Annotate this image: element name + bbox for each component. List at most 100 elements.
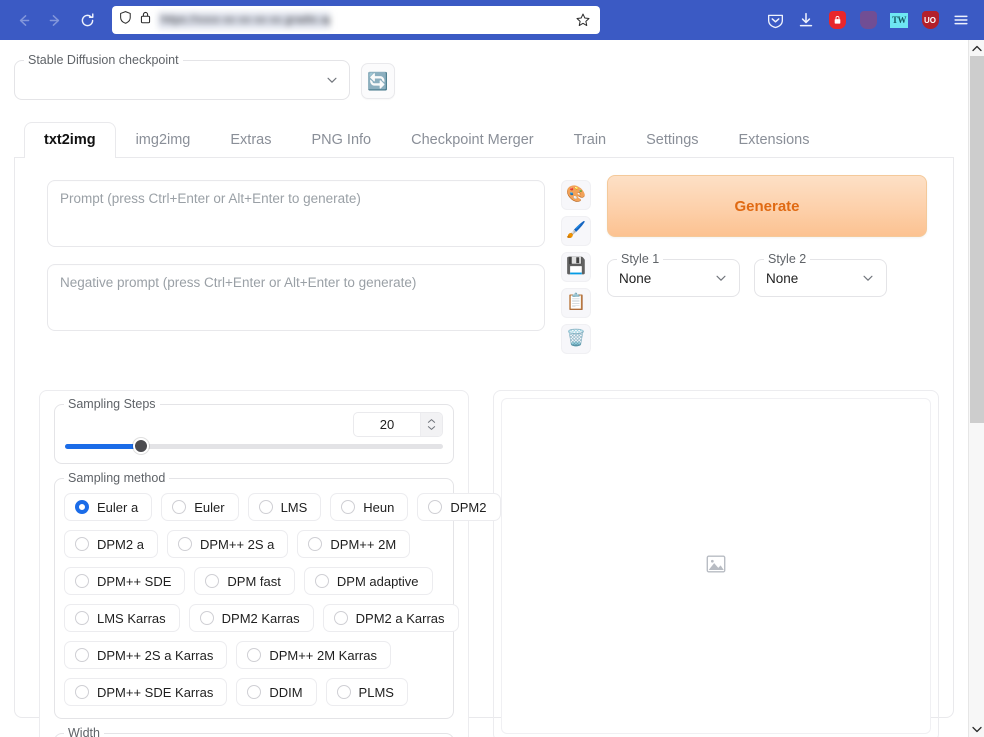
checkpoint-dropdown[interactable]: Stable Diffusion checkpoint	[14, 52, 350, 100]
sampling-method-options: Euler a Euler LMS Heun DPM2 DPM2 a DPM++ 2S a D…	[64, 493, 501, 706]
sampling-method-option-euler-a[interactable]: Euler a	[64, 493, 153, 521]
sampling-method-option-dpmpp-sde[interactable]: DPM++ SDE	[64, 567, 186, 595]
refresh-icon: 🔄	[367, 71, 389, 91]
gallery-empty-area	[501, 398, 931, 734]
padlock-icon[interactable]	[139, 10, 152, 30]
paste-clipboard-button[interactable]: 📋	[561, 288, 591, 318]
sampling-method-option-dpmpp-sde-karras[interactable]: DPM++ SDE Karras	[64, 678, 228, 706]
tab-png-info[interactable]: PNG Info	[291, 122, 391, 158]
address-bar[interactable]: https://xxxx-xx-xx-xx-xx.gradio.app	[112, 6, 600, 34]
reload-button[interactable]	[72, 5, 102, 35]
url-text[interactable]: https://xxxx-xx-xx-xx-xx.gradio.app	[158, 11, 330, 29]
sampling-steps-slider[interactable]	[65, 438, 443, 454]
tab-extras[interactable]: Extras	[210, 122, 291, 158]
pocket-icon[interactable]	[764, 9, 786, 31]
radio-button-icon	[75, 537, 89, 551]
sampling-method-option-dpm2[interactable]: DPM2	[417, 493, 501, 521]
sampling-method-option-label: DPM2	[450, 499, 487, 515]
tab-train[interactable]: Train	[554, 122, 627, 158]
chevron-down-icon	[714, 271, 728, 285]
back-button[interactable]	[8, 5, 38, 35]
page-viewport: Stable Diffusion checkpoint 🔄 txt2img im…	[0, 40, 984, 737]
apply-style-button[interactable]: 🖌️	[561, 216, 591, 246]
sampling-method-option-euler[interactable]: Euler	[161, 493, 239, 521]
negative-prompt-input[interactable]: Negative prompt (press Ctrl+Enter or Alt…	[47, 264, 545, 331]
page-scrollbar[interactable]	[968, 40, 984, 737]
sampling-method-row: Euler a Euler LMS Heun DPM2	[64, 493, 501, 521]
prompt-row: Prompt (press Ctrl+Enter or Alt+Enter to…	[29, 172, 939, 354]
style-1-dropdown[interactable]: Style 1 None	[607, 251, 740, 297]
sampling-method-option-lms-karras[interactable]: LMS Karras	[64, 604, 180, 632]
radio-button-icon	[341, 500, 356, 514]
tw-extension-icon[interactable]: TW	[888, 9, 910, 31]
sampling-method-option-label: DPM++ 2M Karras	[269, 647, 377, 663]
style-1-label: Style 1	[617, 251, 664, 267]
style-palette-button[interactable]: 🎨	[561, 180, 591, 210]
sampling-method-option-dpmpp-2m[interactable]: DPM++ 2M	[297, 530, 411, 558]
sampling-method-row: DPM++ 2S a Karras DPM++ 2M Karras	[64, 641, 444, 669]
forward-button[interactable]	[40, 5, 70, 35]
tab-checkpoint-merger[interactable]: Checkpoint Merger	[391, 122, 554, 158]
radio-button-icon	[172, 500, 187, 514]
sampling-method-option-dpm2-a-karras[interactable]: DPM2 a Karras	[322, 604, 459, 632]
sampling-method-option-dpmpp-2m-karras[interactable]: DPM++ 2M Karras	[236, 641, 391, 669]
sampling-method-option-dpm-fast[interactable]: DPM fast	[194, 567, 295, 595]
chevron-down-icon	[861, 271, 875, 285]
main-tabbar: txt2img img2img Extras PNG Info Checkpoi…	[14, 122, 954, 158]
sampling-method-option-dpmpp-2s-a-karras[interactable]: DPM++ 2S a Karras	[64, 641, 228, 669]
refresh-checkpoints-button[interactable]: 🔄	[361, 63, 395, 99]
sampling-method-option-ddim[interactable]: DDIM	[236, 678, 317, 706]
hamburger-menu-icon[interactable]	[950, 9, 972, 31]
scrollbar-thumb[interactable]	[970, 56, 984, 423]
sampling-method-option-dpmpp-2s-a[interactable]: DPM++ 2S a	[166, 530, 289, 558]
sampling-method-option-lms[interactable]: LMS	[247, 493, 322, 521]
sampling-steps-slider-handle[interactable]	[132, 438, 149, 454]
sampling-method-option-dpm2-karras[interactable]: DPM2 Karras	[188, 604, 314, 632]
sampling-method-option-dpm-adaptive[interactable]: DPM adaptive	[303, 567, 433, 595]
radio-button-icon	[247, 648, 262, 662]
radio-button-icon	[247, 685, 262, 699]
clear-prompt-button[interactable]: 🗑️	[561, 324, 591, 354]
shield-icon[interactable]	[118, 10, 133, 30]
lower-row: Sampling Steps 20 Sampling method Euler …	[29, 390, 939, 737]
sampling-method-option-plms[interactable]: PLMS	[325, 678, 408, 706]
width-field: Width 512	[54, 725, 454, 737]
sampling-method-option-dpm2-a[interactable]: DPM2 a	[64, 530, 158, 558]
sampling-method-option-heun[interactable]: Heun	[330, 493, 409, 521]
sampling-steps-label: Sampling Steps	[64, 396, 160, 412]
trash-icon: 🗑️	[566, 330, 586, 347]
generate-button[interactable]: Generate	[607, 175, 927, 237]
password-manager-icon[interactable]	[826, 9, 848, 31]
save-style-button[interactable]: 💾	[561, 252, 591, 282]
sampling-steps-stepper[interactable]	[420, 412, 442, 436]
recording-icon[interactable]	[857, 9, 879, 31]
prompt-tools: 🎨 🖌️ 💾 📋 🗑️	[561, 172, 591, 354]
back-arrow-icon	[15, 12, 32, 29]
sampling-steps-field: Sampling Steps 20	[54, 396, 454, 464]
scroll-up-arrow-icon[interactable]	[969, 40, 984, 56]
tab-extensions[interactable]: Extensions	[719, 122, 830, 158]
sampling-method-row: LMS Karras DPM2 Karras DPM2 a Karras	[64, 604, 459, 632]
scroll-down-arrow-icon[interactable]	[969, 721, 984, 737]
uo-extension-icon[interactable]: UO	[919, 9, 941, 31]
bookmark-star-icon[interactable]	[572, 9, 594, 31]
style-2-dropdown[interactable]: Style 2 None	[754, 251, 887, 297]
tab-settings[interactable]: Settings	[626, 122, 718, 158]
prompt-column: Prompt (press Ctrl+Enter or Alt+Enter to…	[29, 172, 545, 331]
sampling-method-label: Sampling method	[64, 470, 170, 486]
prompt-input[interactable]: Prompt (press Ctrl+Enter or Alt+Enter to…	[47, 180, 545, 247]
settings-column: Sampling Steps 20 Sampling method Euler …	[39, 390, 501, 737]
radio-button-icon	[428, 500, 443, 514]
sampling-steps-number-input[interactable]: 20	[353, 411, 443, 437]
downloads-icon[interactable]	[795, 9, 817, 31]
output-gallery[interactable]	[493, 390, 939, 737]
radio-button-icon	[199, 611, 214, 625]
floppy-disk-icon: 💾	[566, 258, 586, 275]
sampling-steps-head: 20	[65, 411, 443, 437]
tab-txt2img[interactable]: txt2img	[24, 122, 116, 158]
sampling-method-option-label: DPM++ SDE	[97, 573, 172, 589]
tab-img2img[interactable]: img2img	[116, 122, 211, 158]
sampling-method-option-label: DPM++ 2S a Karras	[97, 647, 214, 663]
radio-button-icon	[75, 611, 89, 625]
radio-button-icon	[258, 500, 273, 514]
